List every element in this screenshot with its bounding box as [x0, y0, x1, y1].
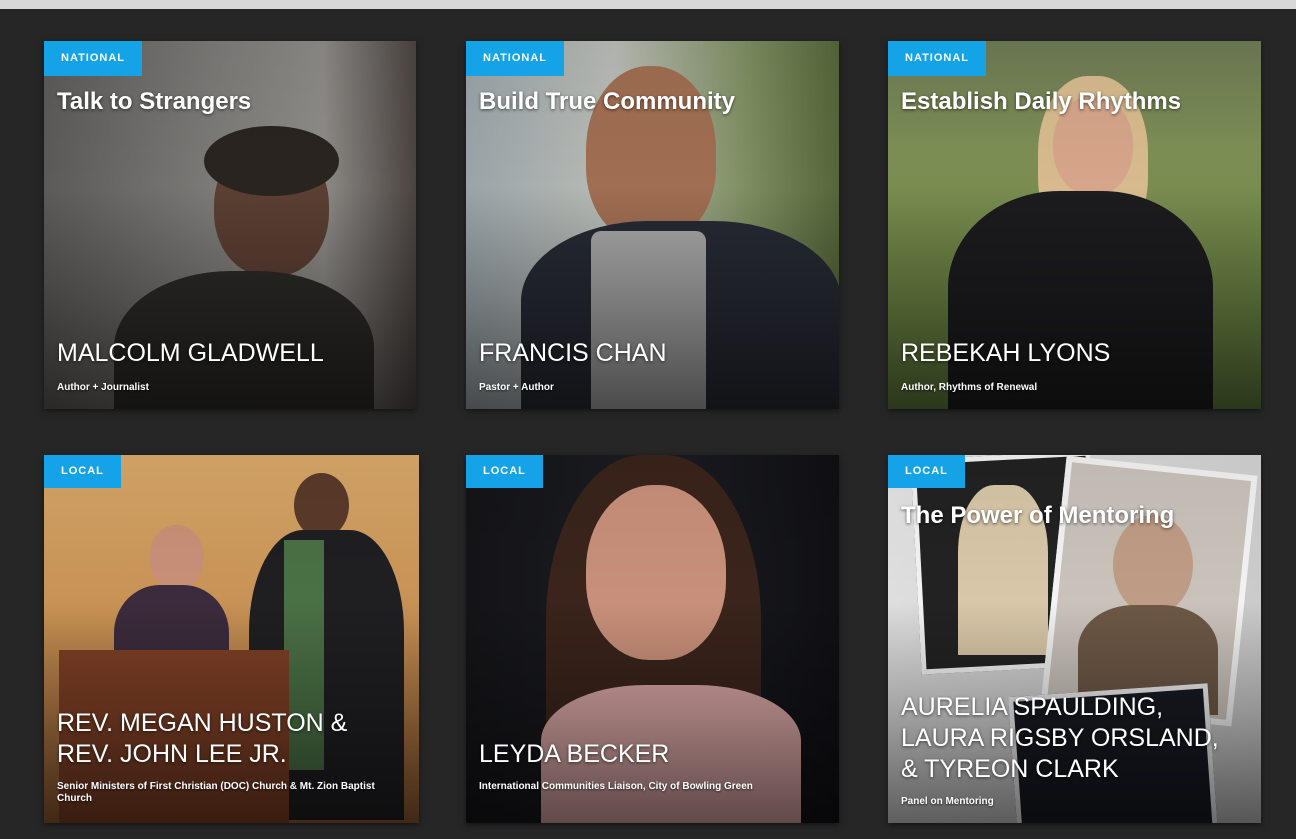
badge-national: NATIONAL [466, 41, 565, 76]
card-title: The Power of Mentoring [901, 502, 1175, 529]
speaker-role: Pastor + Author [479, 382, 554, 393]
speaker-card-francis-chan[interactable]: NATIONAL Build True Community FRANCIS CH… [466, 41, 839, 409]
badge-local: LOCAL [888, 455, 965, 488]
badge-national: NATIONAL [888, 41, 987, 76]
speaker-grid: NATIONAL Talk to Strangers MALCOLM GLADW… [0, 0, 1296, 839]
card-title: Establish Daily Rhythms [901, 88, 1182, 115]
speaker-role: International Communities Liaison, City … [479, 781, 753, 792]
speaker-name: AURELIA SPAULDING, LAURA RIGSBY ORSLAND,… [901, 693, 1219, 783]
speaker-name: LEYDA BECKER [479, 740, 670, 768]
speaker-card-mentoring-panel[interactable]: LOCAL The Power of Mentoring AURELIA SPA… [888, 455, 1261, 823]
speaker-role: Author, Rhythms of Renewal [901, 382, 1038, 393]
speaker-role: Senior Ministers of First Christian (DOC… [57, 781, 375, 804]
speaker-name: REBEKAH LYONS [901, 339, 1111, 367]
speaker-name: FRANCIS CHAN [479, 339, 667, 367]
card-title: Talk to Strangers [57, 88, 252, 115]
card-title: Build True Community [479, 88, 736, 115]
speaker-role: Author + Journalist [57, 382, 149, 393]
speaker-role: Panel on Mentoring [901, 796, 994, 807]
speaker-card-malcolm-gladwell[interactable]: NATIONAL Talk to Strangers MALCOLM GLADW… [44, 41, 416, 409]
speaker-name: MALCOLM GLADWELL [57, 339, 324, 367]
badge-national: NATIONAL [44, 41, 143, 76]
speaker-card-huston-lee[interactable]: LOCAL REV. MEGAN HUSTON & REV. JOHN LEE … [44, 455, 419, 823]
speaker-card-rebekah-lyons[interactable]: NATIONAL Establish Daily Rhythms REBEKAH… [888, 41, 1261, 409]
speaker-card-leyda-becker[interactable]: LOCAL LEYDA BECKER International Communi… [466, 455, 839, 823]
badge-local: LOCAL [44, 455, 121, 488]
speaker-name: REV. MEGAN HUSTON & REV. JOHN LEE JR. [57, 709, 348, 768]
badge-local: LOCAL [466, 455, 543, 488]
